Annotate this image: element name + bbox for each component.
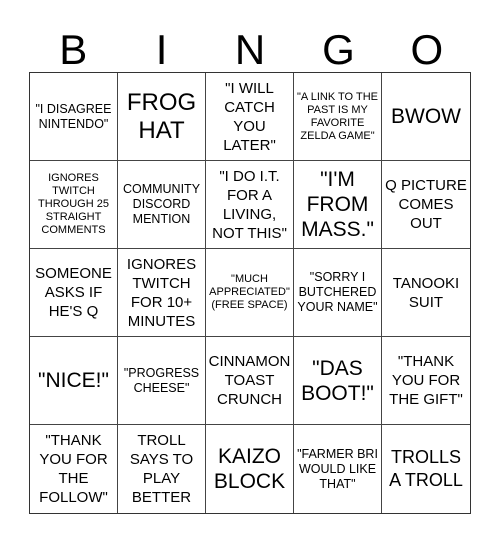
bingo-cell-text: FROG HAT [126,88,197,144]
bingo-cell[interactable]: "SORRY I BUTCHERED YOUR NAME" [294,249,382,337]
bingo-cell[interactable]: IGNORES TWITCH THROUGH 25 STRAIGHT COMME… [30,161,118,249]
bingo-cell[interactable]: "I'M FROM MASS." [294,161,382,249]
bingo-cell-text: BWOW [391,105,461,128]
bingo-cell-text: IGNORES TWITCH THROUGH 25 STRAIGHT COMME… [38,172,109,236]
bingo-cell-text: "FARMER BRI WOULD LIKE THAT" [297,446,378,491]
bingo-cell[interactable]: "THANK YOU FOR THE GIFT" [382,337,470,425]
bingo-cell-text: CINNAMON TOAST CRUNCH [208,353,291,408]
bingo-cell[interactable]: SOMEONE ASKS IF HE'S Q [30,249,118,337]
bingo-cell[interactable]: "I DO I.T. FOR A LIVING, NOT THIS" [206,161,294,249]
bingo-cell-text: "PROGRESS CHEESE" [123,365,200,395]
bingo-cell-text: TROLLS A TROLL [389,447,463,490]
header-letter-i: I [155,26,168,73]
bingo-cell[interactable]: KAIZO BLOCK [206,425,294,513]
bingo-cell-text: "I DO I.T. FOR A LIVING, NOT THIS" [212,167,287,242]
bingo-cell[interactable]: "FARMER BRI WOULD LIKE THAT" [294,425,382,513]
bingo-cell-text: "I WILL CATCH YOU LATER" [223,79,276,154]
bingo-cell[interactable]: "NICE!" [30,337,118,425]
bingo-cell-text: "SORRY I BUTCHERED YOUR NAME" [297,270,378,314]
bingo-cell-text: "NICE!" [38,369,109,392]
bingo-cell[interactable]: IGNORES TWITCH FOR 10+ MINUTES [118,249,206,337]
bingo-cell[interactable]: "I DISAGREE NINTENDO" [30,73,118,161]
bingo-cell-text: COMMUNITY DISCORD MENTION [122,182,201,226]
bingo-cell[interactable]: "A LINK TO THE PAST IS MY FAVORITE ZELDA… [294,73,382,161]
header-letter-b: B [59,26,88,73]
bingo-cell-text: IGNORES TWITCH FOR 10+ MINUTES [126,255,197,330]
bingo-cell[interactable]: BWOW [382,73,470,161]
bingo-cell[interactable]: "MUCH APPRECIATED" (FREE SPACE) [206,249,294,337]
header-letter-g: G [322,26,355,73]
bingo-cell[interactable]: COMMUNITY DISCORD MENTION [118,161,206,249]
bingo-cell[interactable]: TANOOKI SUIT [382,249,470,337]
bingo-cell[interactable]: TROLLS A TROLL [382,425,470,513]
bingo-cell-text: "I'M FROM MASS." [301,168,374,241]
bingo-cell-text: "THANK YOU FOR THE FOLLOW" [39,432,108,506]
header-letter-o: O [410,26,444,73]
bingo-cell[interactable]: "DAS BOOT!" [294,337,382,425]
bingo-cell-text: SOMEONE ASKS IF HE'S Q [35,265,112,320]
bingo-cell-text: "MUCH APPRECIATED" (FREE SPACE) [209,273,290,311]
bingo-cell-text: "A LINK TO THE PAST IS MY FAVORITE ZELDA… [297,90,378,142]
bingo-header: B I N G O [29,28,471,72]
bingo-cell-text: TANOOKI SUIT [392,274,460,311]
header-letter-n: N [234,26,266,73]
bingo-cell[interactable]: "THANK YOU FOR THE FOLLOW" [30,425,118,513]
bingo-cell[interactable]: CINNAMON TOAST CRUNCH [206,337,294,425]
bingo-cell-text: "I DISAGREE NINTENDO" [35,101,112,131]
bingo-card-grid: "I DISAGREE NINTENDO" FROG HAT "I WILL CAT… [29,72,471,514]
bingo-cell[interactable]: "PROGRESS CHEESE" [118,337,206,425]
bingo-cell-text: KAIZO BLOCK [213,445,286,493]
bingo-cell[interactable]: Q PICTURE COMES OUT [382,161,470,249]
bingo-cell[interactable]: TROLL SAYS TO PLAY BETTER [118,425,206,513]
bingo-cell[interactable]: "I WILL CATCH YOU LATER" [206,73,294,161]
bingo-cell-text: "THANK YOU FOR THE GIFT" [389,353,463,408]
bingo-cell-text: TROLL SAYS TO PLAY BETTER [129,432,194,506]
bingo-cell[interactable]: FROG HAT [118,73,206,161]
bingo-cell-text: Q PICTURE COMES OUT [385,177,467,232]
bingo-cell-text: "DAS BOOT!" [301,356,374,405]
